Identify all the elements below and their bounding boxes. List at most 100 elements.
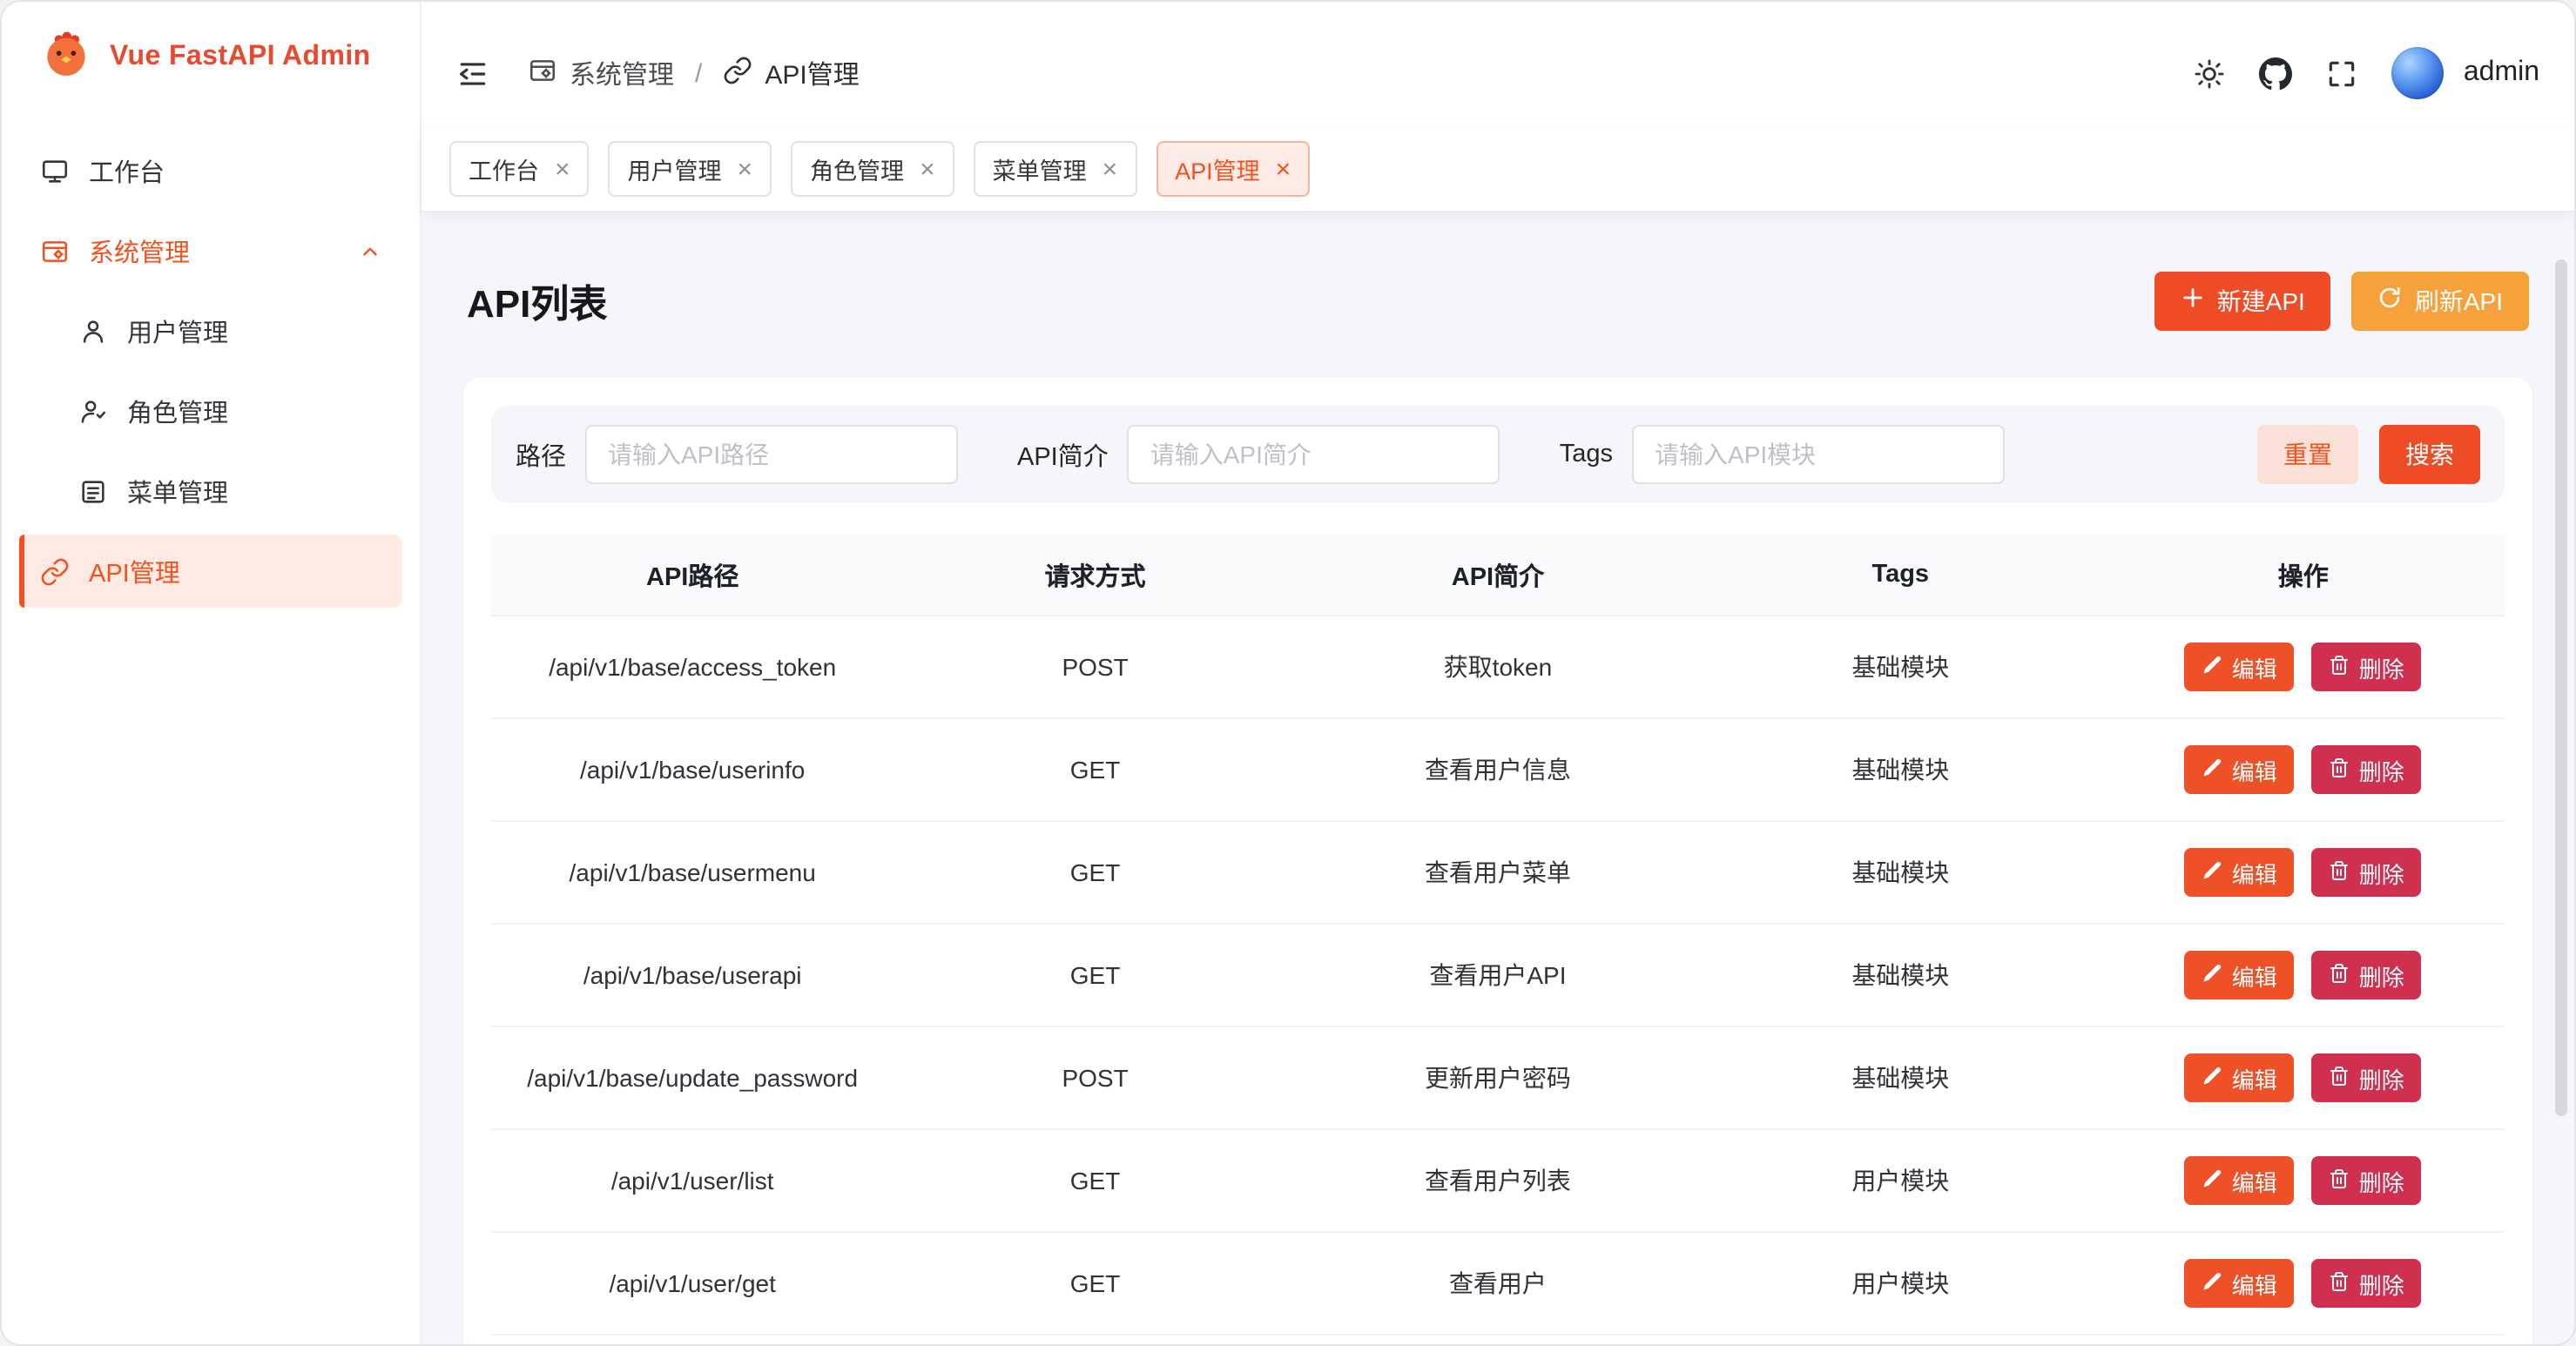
sidebar-item-label: 工作台 (89, 152, 165, 189)
edit-button[interactable]: 编辑 (2185, 643, 2295, 692)
tags-filter-input[interactable] (1632, 426, 2005, 485)
app-title: Vue FastAPI Admin (110, 42, 371, 73)
col-actions: 操作 (2102, 535, 2505, 616)
monitor-icon (40, 156, 70, 185)
table-row: /api/v1/base/update_password POST 更新用户密码… (491, 1027, 2505, 1130)
menu-list-icon (78, 476, 108, 506)
trash-icon (2330, 1271, 2350, 1297)
edit-button[interactable]: 编辑 (2185, 746, 2295, 795)
role-user-check-icon (78, 396, 108, 426)
delete-label: 删除 (2359, 1062, 2404, 1095)
refresh-api-button[interactable]: 刷新API (2352, 271, 2529, 330)
edit-button[interactable]: 编辑 (2185, 1157, 2295, 1206)
table-header-row: API路径 请求方式 API简介 Tags 操作 (491, 535, 2505, 616)
sidebar-menu: 工作台 系统管理 用户管理 角 (2, 113, 420, 615)
breadcrumb-item-api[interactable]: API管理 (723, 55, 859, 91)
tab-menu-management[interactable]: 菜单管理 × (974, 141, 1137, 197)
theme-sun-icon[interactable] (2194, 57, 2227, 90)
tab-close-icon[interactable]: × (920, 156, 935, 182)
chicken-logo-icon (40, 27, 92, 88)
delete-button[interactable]: 删除 (2312, 952, 2422, 1000)
github-icon[interactable] (2260, 57, 2293, 90)
edit-label: 编辑 (2232, 1268, 2277, 1301)
table-row: /api/v1/user/get GET 查看用户 用户模块 编辑删除 (491, 1233, 2505, 1336)
app-logo[interactable]: Vue FastAPI Admin (2, 2, 420, 113)
delete-label: 删除 (2359, 1268, 2404, 1301)
refresh-icon (2378, 286, 2403, 315)
tab-label: 用户管理 (628, 151, 722, 186)
edit-button[interactable]: 编辑 (2185, 849, 2295, 898)
delete-label: 删除 (2359, 1165, 2404, 1198)
tab-workbench[interactable]: 工作台 × (449, 141, 590, 197)
edit-button[interactable]: 编辑 (2185, 1054, 2295, 1103)
sidebar-item-user-management[interactable]: 用户管理 (19, 294, 402, 367)
sidebar-item-label: 用户管理 (127, 313, 228, 349)
path-filter-label: 路径 (516, 437, 566, 474)
sidebar-item-workbench[interactable]: 工作台 (19, 134, 402, 207)
cell-method: GET (894, 1130, 1296, 1233)
table-row: /api/v1/base/access_token POST 获取token 基… (491, 616, 2505, 719)
breadcrumb-label: API管理 (765, 55, 859, 91)
path-filter-input[interactable] (585, 426, 958, 485)
table-row: /api/v1/user/list GET 查看用户列表 用户模块 编辑删除 (491, 1130, 2505, 1233)
tab-close-icon[interactable]: × (1276, 156, 1291, 182)
tab-user-management[interactable]: 用户管理 × (609, 141, 772, 197)
sidebar-item-api-management[interactable]: API管理 (19, 535, 402, 608)
create-api-button[interactable]: 新建API (2155, 271, 2331, 330)
cell-path: /api/v1/user/list (491, 1130, 894, 1233)
sidebar-item-role-management[interactable]: 角色管理 (19, 374, 402, 448)
api-table: API路径 请求方式 API简介 Tags 操作 /api/v1/base/ac… (491, 535, 2505, 1336)
tags-filter-label: Tags (1560, 441, 1613, 469)
breadcrumb-item-system[interactable]: 系统管理 (528, 55, 674, 91)
sidebar-item-menu-management[interactable]: 菜单管理 (19, 454, 402, 528)
delete-button[interactable]: 删除 (2312, 643, 2422, 692)
cell-tags: 基础模块 (1699, 925, 2101, 1027)
tab-label: 角色管理 (810, 151, 904, 186)
cell-tags: 基础模块 (1699, 719, 2101, 822)
trash-icon (2330, 1066, 2350, 1092)
summary-filter-input[interactable] (1128, 426, 1500, 485)
cell-summary: 更新用户密码 (1297, 1027, 1699, 1130)
sidebar-item-label: 系统管理 (89, 232, 190, 269)
main-area: 系统管理 / API管理 (421, 2, 2574, 1344)
cell-method: POST (894, 616, 1296, 719)
pencil-icon (2202, 655, 2223, 681)
username[interactable]: admin (2464, 57, 2539, 89)
pencil-icon (2202, 757, 2223, 784)
tab-role-management[interactable]: 角色管理 × (791, 141, 954, 197)
delete-label: 删除 (2359, 959, 2404, 993)
api-list-card: 路径 API简介 Tags 重置 搜索 (463, 379, 2532, 1344)
vertical-scrollbar[interactable] (2555, 259, 2567, 1116)
cell-summary: 查看用户信息 (1297, 719, 1699, 822)
user-avatar[interactable] (2392, 47, 2445, 99)
tab-close-icon[interactable]: × (555, 156, 570, 182)
search-button[interactable]: 搜索 (2379, 426, 2480, 485)
app-window: Vue FastAPI Admin 工作台 系统管理 (0, 0, 2576, 1346)
delete-label: 删除 (2359, 857, 2404, 890)
tab-close-icon[interactable]: × (738, 156, 753, 182)
fullscreen-icon[interactable] (2326, 57, 2359, 90)
sidebar-item-system-management[interactable]: 系统管理 (19, 214, 402, 287)
tab-api-management[interactable]: API管理 × (1156, 141, 1310, 197)
pencil-icon (2202, 860, 2223, 886)
delete-button[interactable]: 删除 (2312, 1054, 2422, 1103)
sidebar-item-label: API管理 (89, 553, 180, 589)
filter-tags: Tags (1560, 426, 2005, 485)
table-row: /api/v1/base/userinfo GET 查看用户信息 基础模块 编辑… (491, 719, 2505, 822)
cell-tags: 用户模块 (1699, 1130, 2101, 1233)
create-api-label: 新建API (2217, 283, 2305, 318)
delete-button[interactable]: 删除 (2312, 1260, 2422, 1309)
delete-button[interactable]: 删除 (2312, 849, 2422, 898)
edit-button[interactable]: 编辑 (2185, 952, 2295, 1000)
cell-actions: 编辑 删除 (2102, 925, 2505, 1027)
cell-path: /api/v1/base/access_token (491, 616, 894, 719)
collapse-sidebar-icon[interactable] (456, 57, 489, 90)
reset-button[interactable]: 重置 (2257, 426, 2358, 485)
delete-button[interactable]: 删除 (2312, 746, 2422, 795)
edit-button[interactable]: 编辑 (2185, 1260, 2295, 1309)
tab-close-icon[interactable]: × (1103, 156, 1118, 182)
pencil-icon (2202, 1066, 2223, 1092)
filter-actions: 重置 搜索 (2257, 426, 2480, 485)
delete-button[interactable]: 删除 (2312, 1157, 2422, 1206)
cell-path: /api/v1/base/update_password (491, 1027, 894, 1130)
